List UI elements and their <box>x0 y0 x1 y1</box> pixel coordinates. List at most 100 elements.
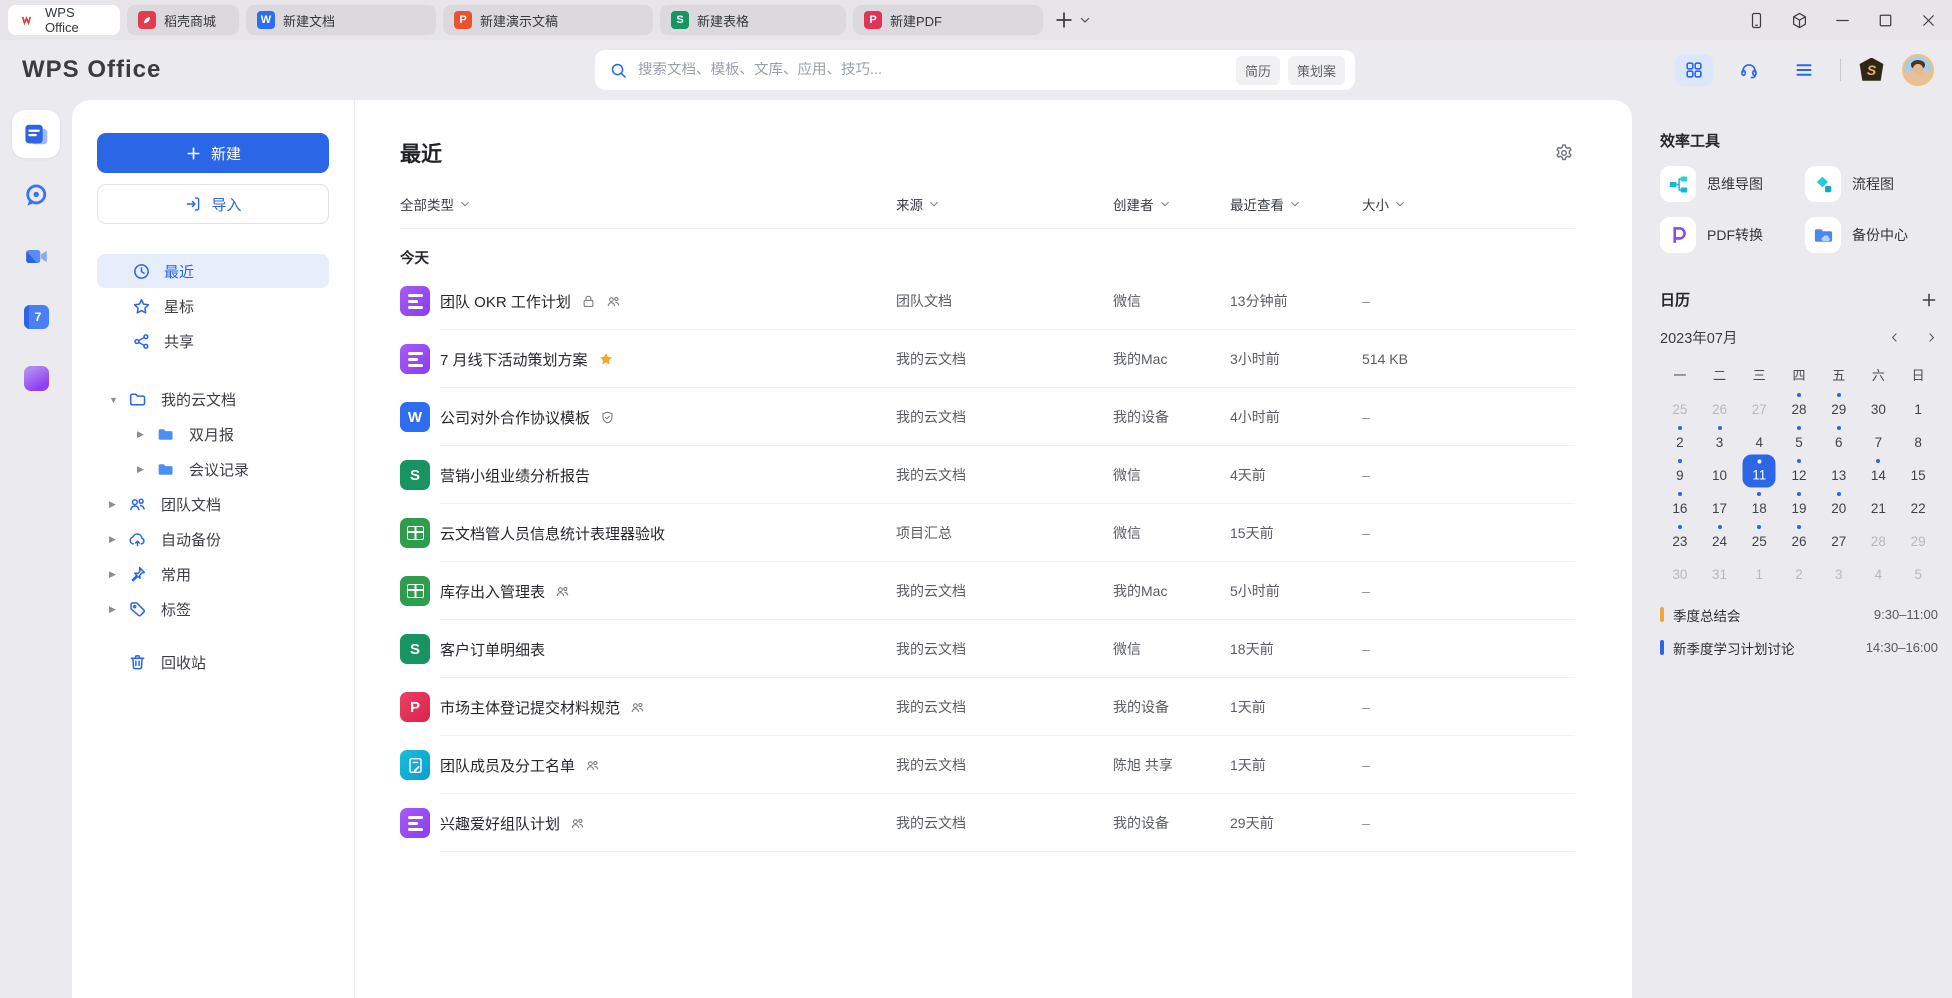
add-event-icon[interactable] <box>1920 291 1938 309</box>
calendar-day[interactable]: 20 <box>1819 487 1859 520</box>
calendar-day[interactable]: 31 <box>1700 553 1740 586</box>
calendar-day[interactable]: 16 <box>1660 487 1700 520</box>
filter-dropdown[interactable]: 最近查看 <box>1230 194 1362 214</box>
calendar-day[interactable]: 12 <box>1779 454 1819 487</box>
user-avatar[interactable] <box>1902 54 1934 86</box>
main-menu-button[interactable] <box>1785 54 1823 86</box>
calendar-day[interactable]: 25 <box>1739 520 1779 553</box>
calendar-day[interactable]: 1 <box>1898 388 1938 421</box>
file-row[interactable]: 团队成员及分工名单我的云文档陈旭 共享1天前– <box>400 736 1575 794</box>
window-tab[interactable]: 稻壳商城 <box>127 5 239 35</box>
caret-right-icon[interactable]: ▶ <box>109 569 119 580</box>
rail-docs-button[interactable] <box>12 110 60 158</box>
calendar-event[interactable]: 新季度学习计划讨论14:30–16:00 <box>1660 631 1938 664</box>
file-row[interactable]: W公司对外合作协议模板我的云文档我的设备4小时前– <box>400 388 1575 446</box>
calendar-day[interactable]: 4 <box>1859 553 1899 586</box>
window-tab[interactable]: P新建PDF <box>853 5 1043 35</box>
file-row[interactable]: 7 月线下活动策划方案我的云文档我的Mac3小时前514 KB <box>400 330 1575 388</box>
sidebar-group[interactable]: ▶常用 <box>97 557 329 592</box>
calendar-day[interactable]: 19 <box>1779 487 1819 520</box>
calendar-day[interactable]: 21 <box>1859 487 1899 520</box>
tool-mindmap[interactable]: 思维导图 <box>1660 166 1805 202</box>
tool-flowchart[interactable]: 流程图 <box>1805 166 1938 202</box>
sidebar-group[interactable]: ▶标签 <box>97 592 329 627</box>
sidebar-group[interactable]: ▶团队文档 <box>97 487 329 522</box>
file-row[interactable]: 云文档管人员信息统计表理器验收项目汇总微信15天前– <box>400 504 1575 562</box>
search-tag-plan[interactable]: 策划案 <box>1288 56 1345 85</box>
calendar-day[interactable]: 8 <box>1898 421 1938 454</box>
tab-list-dropdown-icon[interactable] <box>1077 9 1093 31</box>
file-row[interactable]: 库存出入管理表我的云文档我的Mac5小时前– <box>400 562 1575 620</box>
new-tab-button[interactable] <box>1053 9 1075 31</box>
window-tab[interactable]: WPS Office <box>8 5 120 35</box>
calendar-day[interactable]: 26 <box>1700 388 1740 421</box>
filter-dropdown[interactable]: 全部类型 <box>400 194 896 214</box>
sidebar-item[interactable]: 星标 <box>97 289 329 323</box>
calendar-day[interactable]: 30 <box>1859 388 1899 421</box>
calendar-day[interactable]: 6 <box>1819 421 1859 454</box>
mobile-sync-icon[interactable] <box>1747 11 1766 30</box>
calendar-day[interactable]: 14 <box>1859 454 1899 487</box>
file-row[interactable]: S营销小组业绩分析报告我的云文档微信4天前– <box>400 446 1575 504</box>
calendar-day[interactable]: 1 <box>1739 553 1779 586</box>
caret-right-icon[interactable]: ▶ <box>137 429 147 440</box>
search-bar[interactable]: 简历 策划案 <box>595 50 1355 90</box>
caret-down-icon[interactable]: ▼ <box>109 395 119 405</box>
calendar-day[interactable]: 22 <box>1898 487 1938 520</box>
window-tab[interactable]: P新建演示文稿 <box>443 5 653 35</box>
sidebar-item-trash[interactable]: 回收站 <box>97 645 329 680</box>
sidebar-item[interactable]: 共享 <box>97 324 329 358</box>
svip-badge[interactable]: S <box>1858 58 1885 83</box>
calendar-day[interactable]: 7 <box>1859 421 1899 454</box>
calendar-day[interactable]: 4 <box>1739 421 1779 454</box>
rail-apps-button[interactable] <box>12 354 60 402</box>
prev-month-icon[interactable] <box>1888 331 1901 344</box>
tool-backup[interactable]: 备份中心 <box>1805 217 1938 253</box>
calendar-day[interactable]: 29 <box>1898 520 1938 553</box>
calendar-day[interactable]: 29 <box>1819 388 1859 421</box>
search-input[interactable] <box>638 62 1228 78</box>
calendar-day[interactable]: 17 <box>1700 487 1740 520</box>
filter-dropdown[interactable]: 大小 <box>1362 194 1575 214</box>
calendar-day[interactable]: 3 <box>1819 553 1859 586</box>
caret-right-icon[interactable]: ▶ <box>109 499 119 510</box>
window-tab[interactable]: S新建表格 <box>660 5 846 35</box>
calendar-day[interactable]: 25 <box>1660 388 1700 421</box>
sidebar-group[interactable]: ▶自动备份 <box>97 522 329 557</box>
calendar-day[interactable]: 18 <box>1739 487 1779 520</box>
rail-calendar-button[interactable]: 7 <box>12 293 60 341</box>
sidebar-folder[interactable]: ▶会议记录 <box>97 452 329 487</box>
calendar-event[interactable]: 季度总结会9:30–11:00 <box>1660 598 1938 631</box>
calendar-day[interactable]: 30 <box>1660 553 1700 586</box>
calendar-day[interactable]: 9 <box>1660 454 1700 487</box>
search-tag-resume[interactable]: 简历 <box>1236 56 1280 85</box>
calendar-day[interactable]: 10 <box>1700 454 1740 487</box>
calendar-day[interactable]: 2 <box>1779 553 1819 586</box>
file-row[interactable]: S客户订单明细表我的云文档微信18天前– <box>400 620 1575 678</box>
sidebar-folder[interactable]: ▶双月报 <box>97 417 329 452</box>
new-document-button[interactable]: 新建 <box>97 133 329 173</box>
calendar-day[interactable]: 13 <box>1819 454 1859 487</box>
apps-grid-button[interactable] <box>1675 54 1713 86</box>
minimize-button[interactable] <box>1833 11 1852 30</box>
caret-right-icon[interactable]: ▶ <box>137 464 147 475</box>
filter-dropdown[interactable]: 来源 <box>896 194 1113 214</box>
file-row[interactable]: 团队 OKR 工作计划团队文档微信13分钟前– <box>400 272 1575 330</box>
calendar-day[interactable]: 26 <box>1779 520 1819 553</box>
caret-right-icon[interactable]: ▶ <box>109 534 119 545</box>
window-tab[interactable]: W新建文档 <box>246 5 436 35</box>
calendar-day[interactable]: 28 <box>1859 520 1899 553</box>
calendar-day[interactable]: 3 <box>1700 421 1740 454</box>
close-button[interactable] <box>1919 11 1938 30</box>
maximize-button[interactable] <box>1876 11 1895 30</box>
next-month-icon[interactable] <box>1925 331 1938 344</box>
calendar-day[interactable]: 15 <box>1898 454 1938 487</box>
tool-pdfconvert[interactable]: PDF转换 <box>1660 217 1805 253</box>
calendar-day[interactable]: 24 <box>1700 520 1740 553</box>
calendar-day-selected[interactable]: 11 <box>1739 454 1779 487</box>
list-settings-gear-icon[interactable] <box>1553 142 1575 164</box>
support-button[interactable] <box>1730 54 1768 86</box>
calendar-day[interactable]: 27 <box>1739 388 1779 421</box>
calendar-day[interactable]: 5 <box>1779 421 1819 454</box>
calendar-day[interactable]: 28 <box>1779 388 1819 421</box>
